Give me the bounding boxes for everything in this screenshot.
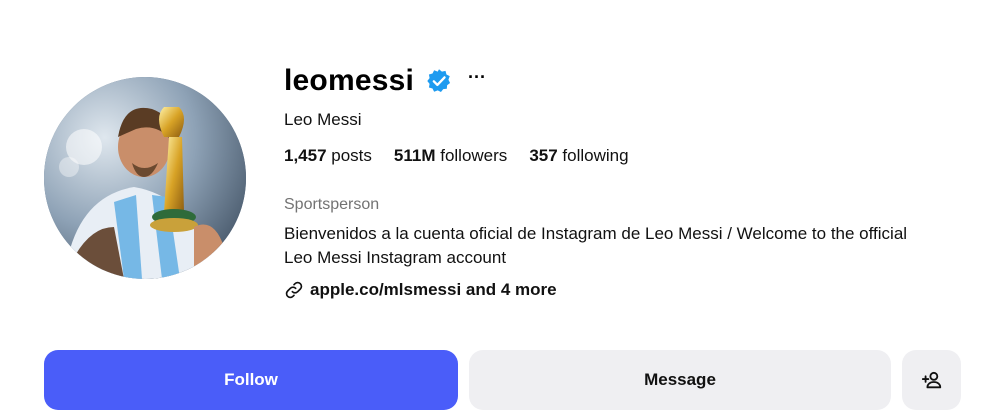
profile-bio: Bienvenidos a la cuenta oficial de Insta… (284, 224, 908, 267)
following-count: 357 (529, 146, 558, 165)
follow-button[interactable]: Follow (44, 350, 458, 410)
followers-count: 511M (393, 146, 436, 165)
profile-category: Sportsperson (284, 196, 380, 213)
posts-stat[interactable]: 1,457 posts (284, 146, 372, 166)
add-user-button[interactable] (902, 350, 961, 410)
posts-count: 1,457 (284, 146, 327, 165)
profile-link-text: apple.co/mlsmessi and 4 more (310, 280, 557, 299)
more-options-button[interactable]: ··· (464, 68, 490, 86)
following-stat[interactable]: 357 following (529, 146, 628, 166)
profile-header: leomessi ··· (284, 60, 964, 102)
followers-stat[interactable]: 511M followers (394, 146, 507, 166)
profile-link[interactable]: apple.co/mlsmessi and 4 more (284, 280, 964, 300)
verified-badge-icon (426, 68, 452, 94)
profile-info: leomessi ··· Leo Messi 1,457 posts 511M … (284, 60, 964, 300)
profile-page: leomessi ··· Leo Messi 1,457 posts 511M … (0, 0, 989, 420)
profile-stats: 1,457 posts 511M followers 357 following (284, 146, 964, 166)
message-button[interactable]: Message (469, 350, 891, 410)
profile-avatar[interactable] (44, 77, 246, 279)
link-icon (284, 280, 304, 300)
avatar-image (44, 77, 246, 279)
full-name: Leo Messi (284, 110, 362, 129)
username: leomessi (284, 64, 415, 97)
posts-label: posts (326, 146, 372, 165)
following-label: following (557, 146, 629, 165)
followers-label: followers (435, 146, 508, 165)
add-person-icon (921, 371, 941, 389)
